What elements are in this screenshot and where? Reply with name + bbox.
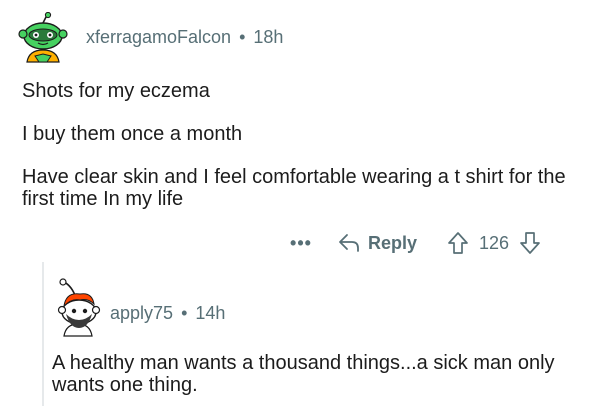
comment-paragraph: Shots for my eczema [22, 80, 210, 102]
reply-arrow-icon [339, 234, 359, 252]
ellipsis-icon: ••• [290, 232, 312, 253]
meta-separator: • [239, 27, 246, 47]
reply-meta: apply75 • 14h [110, 303, 225, 324]
thread-line[interactable] [42, 262, 44, 406]
comment-age: 18h [253, 27, 284, 47]
reply-avatar[interactable] [52, 278, 104, 338]
comment-paragraph: I buy them once a month [22, 123, 243, 145]
username[interactable]: apply75 [110, 303, 173, 323]
comment-body: Shots for my eczema I buy them once a mo… [22, 80, 582, 231]
downvote-arrow-icon[interactable] [519, 231, 541, 255]
snoo-avatar-icon [57, 278, 101, 337]
user-avatar[interactable] [17, 11, 69, 64]
vote-control: 126 [447, 231, 541, 255]
comment-actions: ••• Reply 126 [290, 229, 541, 257]
more-options-button[interactable]: ••• [290, 232, 312, 254]
reply-body: A healthy man wants a thousand things...… [52, 352, 582, 396]
comment-paragraph: Have clear skin and I feel comfortable w… [22, 166, 566, 210]
reply-label: Reply [368, 232, 418, 253]
meta-separator: • [181, 303, 188, 323]
comment-meta: xferragamoFalcon • 18h [86, 27, 283, 48]
snoo-avatar-icon [18, 11, 68, 63]
username[interactable]: xferragamoFalcon [86, 27, 231, 47]
reply-button[interactable]: Reply [338, 233, 417, 254]
upvote-arrow-icon[interactable] [447, 231, 469, 255]
reply-age: 14h [195, 303, 226, 323]
reply-text: A healthy man wants a thousand things...… [52, 352, 555, 396]
vote-count: 126 [479, 232, 510, 253]
